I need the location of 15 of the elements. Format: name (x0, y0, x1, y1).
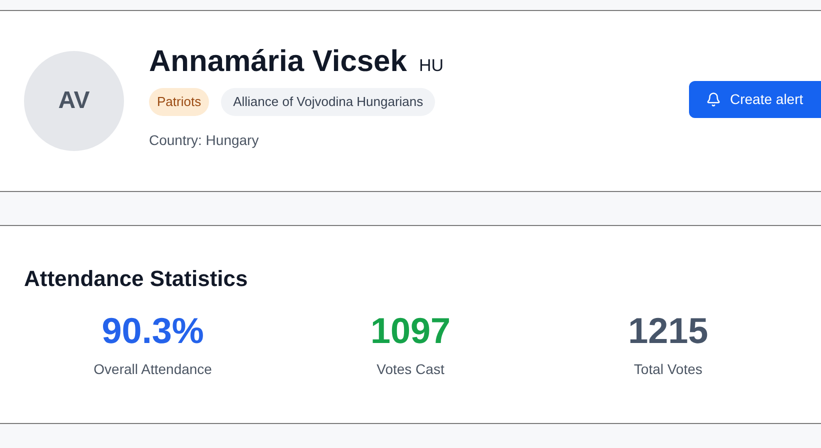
bell-icon (706, 92, 721, 106)
avatar: AV (24, 51, 124, 151)
tag: Alliance of Vojvodina Hungarians (221, 88, 436, 116)
stat-label: Votes Cast (376, 360, 444, 379)
stat-value: 1215 (628, 309, 708, 353)
stat-label: Overall Attendance (94, 360, 212, 379)
create-alert-button[interactable]: Create alert (689, 80, 821, 118)
section-title: Attendance Statistics (24, 265, 249, 293)
stat-value: 90.3% (102, 309, 204, 353)
stat-label: Total Votes (634, 360, 702, 379)
tag: Patriots (149, 88, 210, 116)
country-text: Country: Hungary (149, 131, 260, 150)
country-code: HU (418, 55, 444, 77)
member-name: Annamária Vicsek (149, 44, 407, 80)
stat-value: 1097 (370, 309, 451, 353)
